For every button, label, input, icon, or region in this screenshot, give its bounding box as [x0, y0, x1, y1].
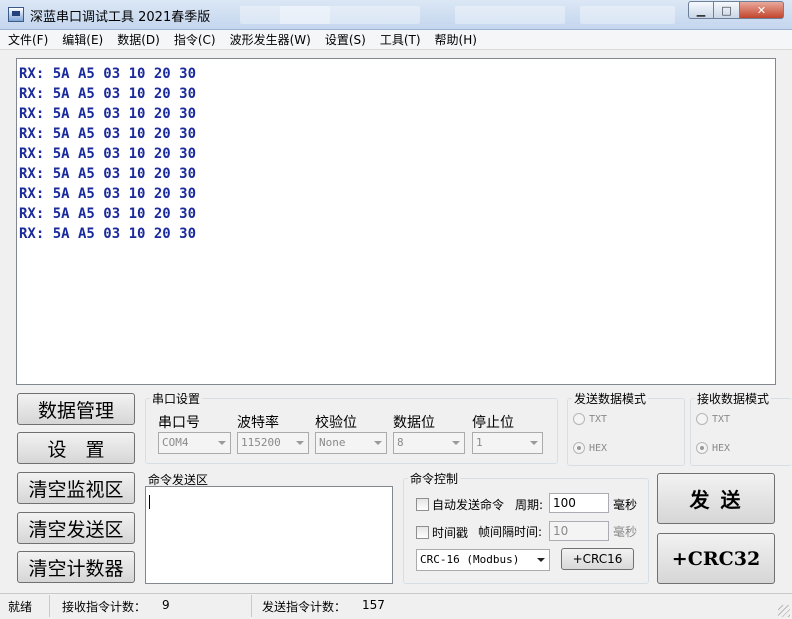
frame-interval-unit: 毫秒	[613, 525, 638, 539]
monitor-line: RX: 5A A5 03 10 20 30	[19, 126, 197, 142]
checkbox-icon	[416, 526, 429, 539]
radio-selected-icon	[573, 442, 585, 454]
serial-settings-title: 串口设置	[150, 390, 203, 407]
stopbits-value: 1	[476, 436, 483, 449]
receive-monitor[interactable]: RX: 5A A5 03 10 20 30 RX: 5A A5 03 10 20…	[16, 58, 776, 385]
recv-mode-hex-label: HEX	[712, 442, 731, 454]
chevron-down-icon	[530, 441, 538, 445]
command-send-input[interactable]	[145, 486, 393, 584]
recv-mode-hex-radio[interactable]: HEX	[696, 442, 730, 454]
text-caret	[149, 495, 150, 509]
titlebar-backdrop	[580, 6, 675, 24]
recv-mode-group: 接收数据模式	[690, 390, 792, 466]
port-value: COM4	[162, 436, 189, 449]
recv-mode-txt-radio[interactable]: TXT	[696, 413, 730, 425]
crc16-button[interactable]: +CRC16	[561, 548, 634, 570]
menu-edit[interactable]: 编辑(E)	[62, 31, 103, 48]
menu-data[interactable]: 数据(D)	[117, 31, 160, 48]
clear-send-button[interactable]: 清空发送区	[17, 512, 135, 544]
send-mode-title: 发送数据模式	[572, 390, 649, 407]
databits-value: 8	[397, 436, 404, 449]
menu-file[interactable]: 文件(F)	[8, 31, 48, 48]
chevron-down-icon	[452, 441, 460, 445]
frame-interval-label: 帧间隔时间:	[478, 525, 543, 539]
window-controls: ▁ □ ✕	[688, 1, 784, 19]
monitor-line: RX: 5A A5 03 10 20 30	[19, 106, 197, 122]
frame-interval-input[interactable]: 10	[549, 521, 609, 541]
port-label: 串口号	[158, 415, 200, 431]
menu-tools[interactable]: 工具(T)	[380, 31, 421, 48]
window-title: 深蓝串口调试工具 2021春季版	[30, 10, 211, 25]
app-icon	[8, 7, 24, 22]
stopbits-select[interactable]: 1	[472, 432, 543, 454]
crc-type-value: CRC-16 (Modbus)	[420, 553, 520, 566]
send-mode-group: 发送数据模式	[567, 390, 685, 466]
timestamp-label: 时间戳	[432, 526, 469, 540]
chevron-down-icon	[374, 441, 382, 445]
radio-icon	[573, 413, 585, 425]
titlebar-backdrop	[280, 6, 420, 24]
recv-mode-title: 接收数据模式	[695, 390, 772, 407]
port-select[interactable]: COM4	[158, 432, 231, 454]
period-unit: 毫秒	[613, 498, 638, 512]
baud-label: 波特率	[237, 415, 279, 431]
recv-mode-txt-label: TXT	[712, 413, 731, 425]
parity-select[interactable]: None	[315, 432, 387, 454]
baud-select[interactable]: 115200	[237, 432, 309, 454]
send-mode-txt-label: TXT	[589, 413, 608, 425]
menu-waveform[interactable]: 波形发生器(W)	[230, 31, 311, 48]
chevron-down-icon	[218, 441, 226, 445]
menu-bar: 文件(F) 编辑(E) 数据(D) 指令(C) 波形发生器(W) 设置(S) 工…	[0, 30, 792, 50]
minimize-button[interactable]: ▁	[688, 1, 714, 19]
settings-button[interactable]: 设 置	[17, 432, 135, 464]
parity-label: 校验位	[315, 415, 357, 431]
databits-select[interactable]: 8	[393, 432, 465, 454]
status-recv-label: 接收指令计数：	[62, 595, 252, 617]
chevron-down-icon	[537, 558, 545, 562]
clear-monitor-button[interactable]: 清空监视区	[17, 472, 135, 504]
auto-send-checkbox[interactable]: 自动发送命令	[416, 496, 504, 513]
checkbox-icon	[416, 498, 429, 511]
monitor-line: RX: 5A A5 03 10 20 30	[19, 166, 197, 182]
parity-value: None	[319, 436, 346, 449]
monitor-line: RX: 5A A5 03 10 20 30	[19, 226, 197, 242]
databits-label: 数据位	[393, 415, 435, 431]
resize-grip-icon[interactable]	[778, 605, 790, 617]
menu-command[interactable]: 指令(C)	[174, 31, 216, 48]
menu-help[interactable]: 帮助(H)	[435, 31, 477, 48]
chevron-down-icon	[296, 441, 304, 445]
send-mode-hex-radio[interactable]: HEX	[573, 442, 607, 454]
command-control-title: 命令控制	[408, 470, 461, 487]
crc32-button[interactable]: +CRC32	[657, 533, 775, 584]
monitor-line: RX: 5A A5 03 10 20 30	[19, 186, 197, 202]
monitor-line: RX: 5A A5 03 10 20 30	[19, 146, 197, 162]
title-bar[interactable]: 深蓝串口调试工具 2021春季版 ▁ □ ✕	[0, 0, 792, 30]
status-bar: 就绪 接收指令计数： 9 发送指令计数： 157	[0, 593, 792, 619]
send-button[interactable]: 发 送	[657, 473, 775, 524]
data-manage-button[interactable]: 数据管理	[17, 393, 135, 425]
send-mode-txt-radio[interactable]: TXT	[573, 413, 607, 425]
radio-selected-icon	[696, 442, 708, 454]
monitor-line: RX: 5A A5 03 10 20 30	[19, 206, 197, 222]
status-send-count: 157	[362, 598, 385, 612]
clear-counter-button[interactable]: 清空计数器	[17, 551, 135, 583]
baud-value: 115200	[241, 436, 281, 449]
period-input[interactable]: 100	[549, 493, 609, 513]
auto-send-label: 自动发送命令	[432, 498, 505, 512]
status-recv-count: 9	[162, 598, 170, 612]
maximize-button[interactable]: □	[714, 1, 740, 19]
timestamp-checkbox[interactable]: 时间戳	[416, 524, 468, 541]
stopbits-label: 停止位	[472, 415, 514, 431]
monitor-line: RX: 5A A5 03 10 20 30	[19, 86, 197, 102]
monitor-line: RX: 5A A5 03 10 20 30	[19, 66, 197, 82]
crc-type-select[interactable]: CRC-16 (Modbus)	[416, 549, 550, 571]
close-button[interactable]: ✕	[740, 1, 784, 19]
period-label: 周期:	[515, 498, 544, 512]
titlebar-backdrop	[455, 6, 565, 24]
status-ready: 就绪	[8, 595, 50, 617]
send-mode-hex-label: HEX	[589, 442, 608, 454]
radio-icon	[696, 413, 708, 425]
menu-settings[interactable]: 设置(S)	[325, 31, 366, 48]
